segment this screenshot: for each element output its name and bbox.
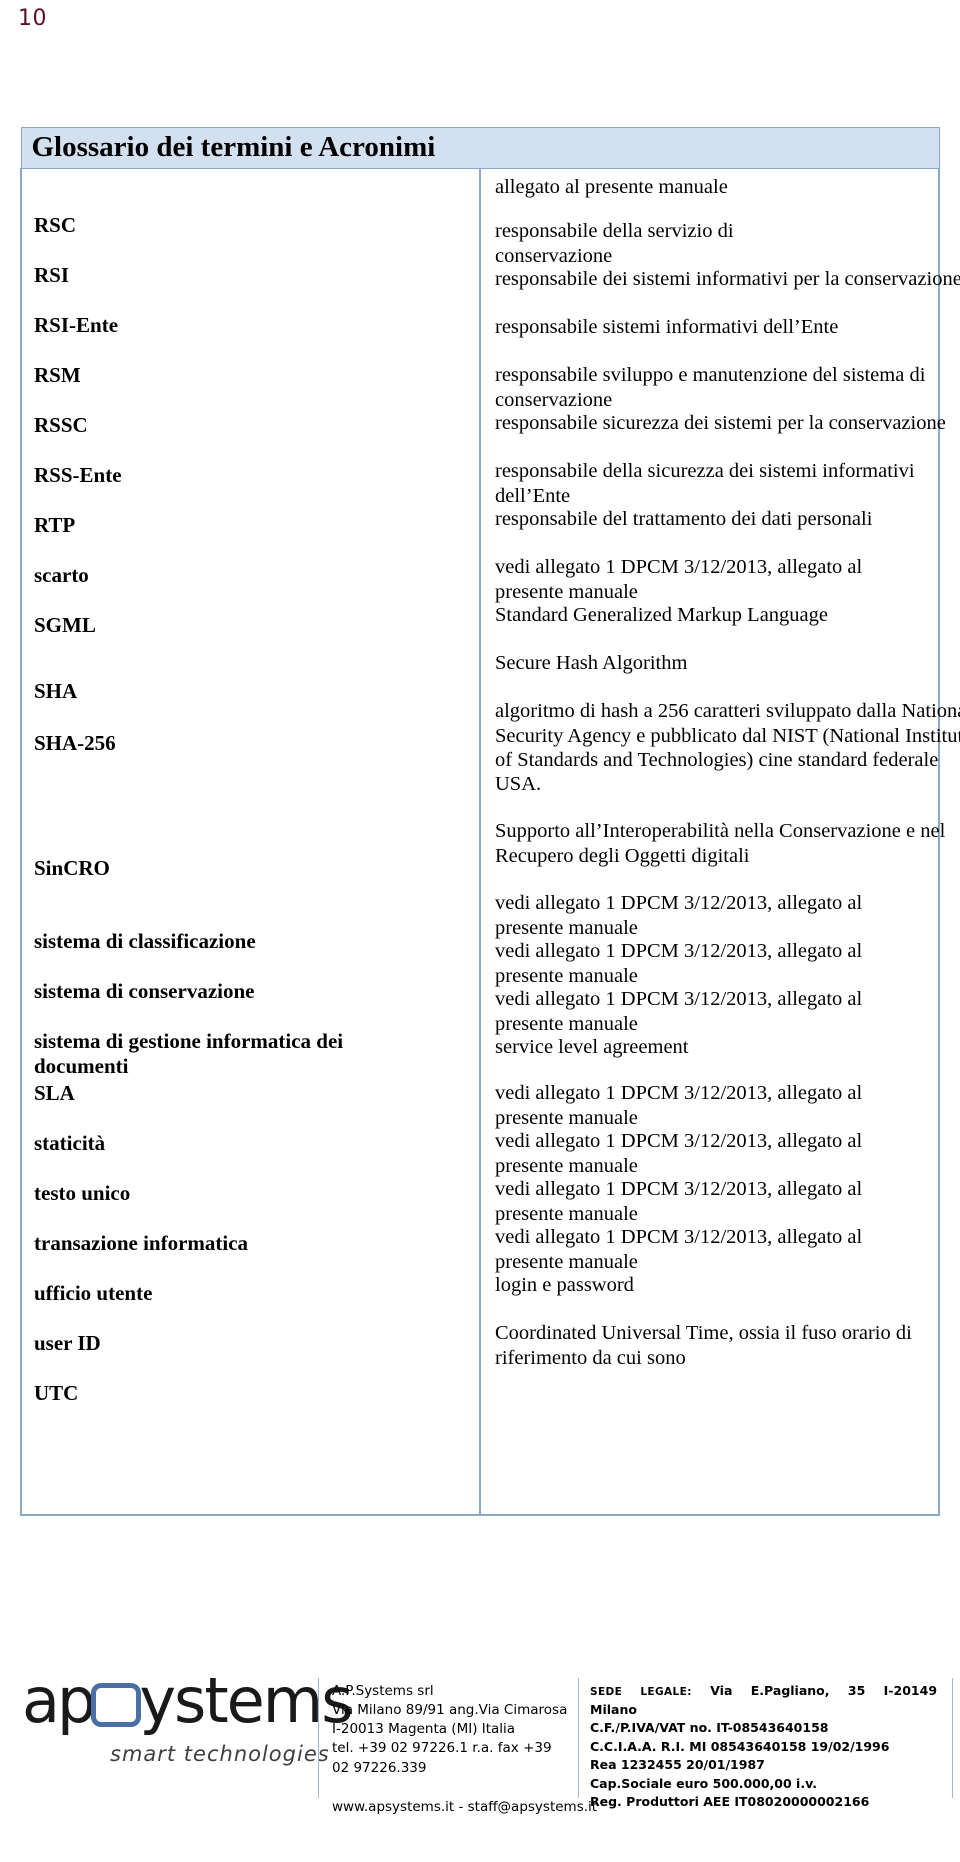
glossary-definition: service level agreement — [495, 1036, 689, 1059]
company-web-email[interactable]: www.apsystems.it - staff@apsystems.it — [332, 1798, 597, 1817]
glossary-definition: Standard Generalized Markup Language — [495, 604, 828, 627]
definition-stack: allegato al presente manuale responsabil… — [495, 169, 960, 1514]
glossary-term: RSSC — [34, 413, 88, 438]
glossary-term: SGML — [34, 613, 96, 638]
glossary-definitions-cell: allegato al presente manuale responsabil… — [479, 168, 960, 1517]
glossary-table: Glossario dei termini e Acronimi RSC RSI… — [20, 126, 960, 1517]
glossary-definition: algoritmo di hash a 256 caratteri svilup… — [495, 700, 960, 795]
glossary-term: RSI-Ente — [34, 313, 119, 338]
glossary-definition: Coordinated Universal Time, ossia il fus… — [495, 1322, 912, 1369]
glossary-definition: allegato al presente manuale — [495, 176, 728, 199]
glossary-definition: responsabile sicurezza dei sistemi per l… — [495, 412, 946, 435]
glossary-term: RSI — [34, 263, 70, 288]
page-number: 10 — [18, 6, 47, 31]
page-footer: ap ystems smart technologies A.P.Systems … — [0, 1660, 960, 1835]
glossary-definition: login e password — [495, 1274, 634, 1297]
glossary-definition: vedi allegato 1 DPCM 3/12/2013, allegato… — [495, 1226, 863, 1273]
glossary-definition: vedi allegato 1 DPCM 3/12/2013, allegato… — [495, 556, 863, 603]
glossary-term: RSM — [34, 363, 81, 388]
glossary-definition: vedi allegato 1 DPCM 3/12/2013, allegato… — [495, 940, 863, 987]
glossary-definition: vedi allegato 1 DPCM 3/12/2013, allegato… — [495, 988, 863, 1035]
glossary-body-row: RSC RSI RSI-Ente RSM RSSC RSS-Ente RTP s… — [20, 168, 960, 1517]
glossary-definition: responsabile della sicurezza dei sistemi… — [495, 460, 915, 507]
glossary-term: staticità — [34, 1131, 106, 1156]
glossary-definition: responsabile sistemi informativi dell’En… — [495, 316, 839, 339]
glossary-term: SHA-256 — [34, 731, 116, 756]
company-address-line1: Via Milano 89/91 ang.Via Cimarosa — [332, 1702, 568, 1719]
legal-info-block: SEDE LEGALE: Via E.Pagliano, 35 I-20149 … — [590, 1682, 950, 1812]
company-address-line2: I-20013 Magenta (MI) Italia — [332, 1721, 516, 1738]
glossary-definition: responsabile della servizio di conservaz… — [495, 220, 734, 267]
glossary-term: user ID — [34, 1331, 101, 1356]
company-name: A.P.Systems srl — [332, 1683, 434, 1699]
glossary-definition: responsabile del trattamento dei dati pe… — [495, 508, 873, 531]
glossary-definition: Supporto all’Interoperabilità nella Cons… — [495, 820, 946, 867]
legal-rea: Rea 1232455 20/01/1987 — [590, 1757, 765, 1773]
glossary-title-row: Glossario dei termini e Acronimi — [20, 126, 940, 170]
legal-vat: C.F./P.IVA/VAT no. IT-08543640158 — [590, 1720, 829, 1736]
glossary-term: UTC — [34, 1381, 79, 1406]
term-stack: RSC RSI RSI-Ente RSM RSSC RSS-Ente RTP s… — [34, 169, 479, 1514]
legal-sede-label: SEDE LEGALE: — [590, 1686, 692, 1698]
footer-divider — [578, 1678, 579, 1798]
glossary-term: SLA — [34, 1081, 75, 1106]
glossary-terms-cell: RSC RSI RSI-Ente RSM RSSC RSS-Ente RTP s… — [20, 168, 481, 1517]
company-contact-block: A.P.Systems srl Via Milano 89/91 ang.Via… — [332, 1682, 597, 1817]
glossary-definition: vedi allegato 1 DPCM 3/12/2013, allegato… — [495, 1082, 863, 1129]
logo-tagline: smart technologies — [110, 1742, 330, 1766]
legal-aee: Reg. Produttori AEE IT08020000002166 — [590, 1794, 870, 1810]
glossary-term: scarto — [34, 563, 89, 588]
glossary-definition: responsabile dei sistemi informativi per… — [495, 268, 960, 291]
logo-text-left: ap — [22, 1664, 96, 1737]
legal-sede-city: Milano — [590, 1701, 637, 1717]
glossary-term: RSC — [34, 213, 77, 238]
glossary-term: RSS-Ente — [34, 463, 122, 488]
glossary-definition: responsabile sviluppo e manutenzione del… — [495, 364, 926, 411]
glossary-term: RTP — [34, 513, 76, 538]
glossary-title-cell: Glossario dei termini e Acronimi — [20, 126, 940, 170]
glossary-definition: vedi allegato 1 DPCM 3/12/2013, allegato… — [495, 1130, 863, 1177]
logo-s-icon — [89, 1682, 142, 1728]
glossary-title: Glossario dei termini e Acronimi — [31, 131, 436, 163]
legal-cciaa: C.C.I.A.A. R.I. MI 08543640158 19/02/199… — [590, 1738, 890, 1754]
glossary-term: transazione informatica — [34, 1231, 249, 1256]
footer-divider — [952, 1678, 953, 1798]
glossary-term: sistema di conservazione — [34, 979, 255, 1004]
apsystems-logo: ap ystems smart technologies — [22, 1670, 354, 1790]
glossary-term: sistema di gestione informatica dei docu… — [34, 1029, 344, 1079]
glossary-term: SHA — [34, 679, 78, 704]
glossary-term: sistema di classificazione — [34, 929, 256, 954]
legal-capital: Cap.Sociale euro 500.000,00 i.v. — [590, 1775, 817, 1791]
company-telephone: tel. +39 02 97226.1 r.a. fax +39 02 9722… — [332, 1740, 552, 1776]
glossary-definition: Secure Hash Algorithm — [495, 652, 688, 675]
glossary-term: SinCRO — [34, 856, 110, 881]
glossary-definition: vedi allegato 1 DPCM 3/12/2013, allegato… — [495, 1178, 863, 1225]
logo-text-right: ystems — [139, 1664, 353, 1737]
footer-divider — [318, 1678, 319, 1798]
glossary-definition: vedi allegato 1 DPCM 3/12/2013, allegato… — [495, 892, 863, 939]
glossary-term: testo unico — [34, 1181, 131, 1206]
logo-wordmark: ap ystems — [22, 1670, 354, 1732]
glossary-term: ufficio utente — [34, 1281, 153, 1306]
legal-sede-value: Via E.Pagliano, 35 I-20149 — [710, 1683, 938, 1698]
